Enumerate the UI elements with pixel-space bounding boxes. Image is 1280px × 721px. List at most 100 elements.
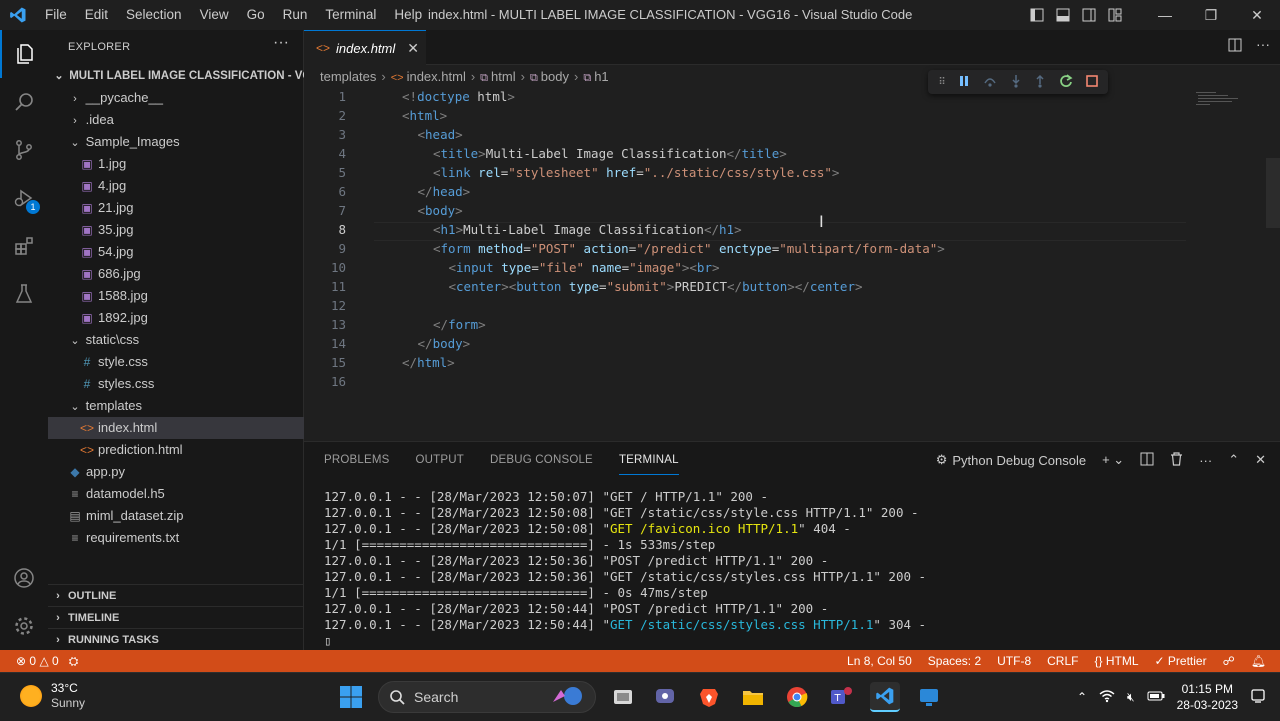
kill-terminal-trash-icon[interactable] [1170,451,1183,469]
taskbar-search[interactable]: Search [378,681,596,713]
pause-icon[interactable] [958,75,970,90]
windows-start-icon[interactable] [336,682,366,712]
tree-folder[interactable]: › .idea [48,109,304,131]
tree-file[interactable]: # style.css [48,351,304,373]
cursor-position[interactable]: Ln 8, Col 50 [847,650,912,672]
tree-file[interactable]: ▤ miml_dataset.zip [48,505,304,527]
section-running-tasks[interactable]: › RUNNING TASKS [48,628,304,650]
file-explorer-icon[interactable] [738,682,768,712]
split-editor-icon[interactable] [1228,38,1242,55]
code-line[interactable]: <link rel="stylesheet" href="../static/c… [433,165,839,180]
code-line[interactable]: </form> [433,317,486,332]
panel-tab-problems[interactable]: PROBLEMS [324,442,390,478]
weather-widget[interactable]: 33°C Sunny [20,681,85,711]
close-window-button[interactable]: ✕ [1234,0,1280,30]
step-into-icon[interactable] [1010,74,1022,91]
encoding[interactable]: UTF-8 [997,650,1031,672]
customize-layout-icon[interactable] [1102,0,1128,30]
tree-folder[interactable]: ⌄ static\css [48,329,304,351]
testing-icon[interactable] [0,270,48,318]
tree-file[interactable]: <> prediction.html [48,439,304,461]
notification-center-icon[interactable] [1250,688,1266,707]
menu-terminal[interactable]: Terminal [316,0,385,30]
tree-file[interactable]: ▣ 1892.jpg [48,307,304,329]
panel-tab-terminal[interactable]: TERMINAL [618,445,679,475]
breadcrumb-item[interactable]: ⧉ h1 [583,66,608,88]
brave-browser-icon[interactable] [694,682,724,712]
close-tab-icon[interactable]: ✕ [407,40,419,57]
run-debug-icon[interactable]: 1 [0,174,48,222]
section-outline[interactable]: › OUTLINE [48,584,304,606]
remote-desktop-icon[interactable] [914,682,944,712]
tree-folder[interactable]: ⌄ Sample_Images [48,131,304,153]
tree-file[interactable]: ▣ 1588.jpg [48,285,304,307]
tree-file[interactable]: ◆ app.py [48,461,304,483]
toggle-secondary-sidebar-icon[interactable] [1076,0,1102,30]
drag-handle-icon[interactable]: ⠿ [938,77,945,88]
restore-button[interactable]: ❐ [1188,0,1234,30]
menu-edit[interactable]: Edit [76,0,117,30]
minimap[interactable] [1194,90,1242,108]
problems-status[interactable]: ⊗ 0 △ 0 [16,650,59,672]
breadcrumb-item[interactable]: templates [320,66,376,88]
step-out-icon[interactable] [1034,74,1046,91]
tree-file[interactable]: ▣ 54.jpg [48,241,304,263]
tree-folder[interactable]: › __pycache__ [48,87,304,109]
tree-file[interactable]: <> index.html [48,417,304,439]
toggle-panel-icon[interactable] [1050,0,1076,30]
tab-index-html[interactable]: <> index.html ✕ [304,30,426,65]
prettier-status[interactable]: ✓ Prettier [1155,650,1207,672]
task-view-icon[interactable] [608,682,638,712]
code-line[interactable]: <head> [418,127,463,142]
show-hidden-icons-icon[interactable]: ⌃ [1077,690,1087,704]
menu-go[interactable]: Go [238,0,274,30]
source-control-icon[interactable] [0,126,48,174]
chat-icon[interactable] [650,682,680,712]
clock[interactable]: 01:15 PM 28-03-2023 [1177,681,1238,713]
tree-file[interactable]: ≡ datamodel.h5 [48,483,304,505]
stop-icon[interactable] [1085,74,1098,90]
breadcrumb-item[interactable]: ⧉ body [530,66,569,88]
tree-folder[interactable]: ⌄ templates [48,395,304,417]
code-line[interactable]: <form method="POST" action="/predict" en… [433,241,945,256]
tree-file[interactable]: # styles.css [48,373,304,395]
language-mode[interactable]: {} HTML [1094,650,1138,672]
code-line[interactable]: </html> [402,355,455,370]
menu-help[interactable]: Help [385,0,431,30]
workspace-root[interactable]: ⌄ MULTI LABEL IMAGE CLASSIFICATION - VG.… [48,65,304,87]
tree-file[interactable]: ▣ 35.jpg [48,219,304,241]
teams-icon[interactable]: T [826,682,856,712]
menu-view[interactable]: View [191,0,238,30]
panel-more-icon[interactable]: ··· [1199,453,1212,468]
menu-selection[interactable]: Selection [117,0,191,30]
vscode-taskbar-icon[interactable] [870,682,900,712]
restart-icon[interactable] [1059,73,1073,91]
battery-icon[interactable] [1147,690,1165,704]
code-line[interactable]: </head> [418,184,471,199]
code-line[interactable]: <!doctype html> [402,89,515,104]
section-timeline[interactable]: › TIMELINE [48,606,304,628]
editor-scrollbar[interactable] [1266,158,1280,228]
menu-run[interactable]: Run [274,0,317,30]
tree-file[interactable]: ▣ 686.jpg [48,263,304,285]
line-ending[interactable]: CRLF [1047,650,1078,672]
tree-file[interactable]: ▣ 4.jpg [48,175,304,197]
code-line[interactable]: <input type="file" name="image"><br> [449,260,720,275]
tree-file[interactable]: ▣ 21.jpg [48,197,304,219]
feedback-icon[interactable]: ☍ [1223,650,1235,672]
breadcrumb-item[interactable]: <> index.html [391,66,466,88]
maximize-panel-icon[interactable]: ⌃ [1228,452,1239,468]
accounts-icon[interactable] [0,554,48,602]
panel-tab-debug-console[interactable]: DEBUG CONSOLE [490,442,593,478]
debug-status-icon[interactable]: ⛭ [69,650,79,672]
manage-gear-icon[interactable] [0,602,48,650]
wifi-icon[interactable] [1099,689,1115,706]
more-actions-icon[interactable]: ··· [273,34,289,52]
minimize-button[interactable]: — [1142,0,1188,30]
notifications-bell-icon[interactable]: 🔔︎ [1251,650,1266,672]
code-line[interactable]: <center><button type="submit">PREDICT</b… [449,279,863,294]
menu-file[interactable]: File [36,0,76,30]
search-icon[interactable] [0,78,48,126]
explorer-icon[interactable] [0,30,48,78]
extensions-icon[interactable] [0,222,48,270]
